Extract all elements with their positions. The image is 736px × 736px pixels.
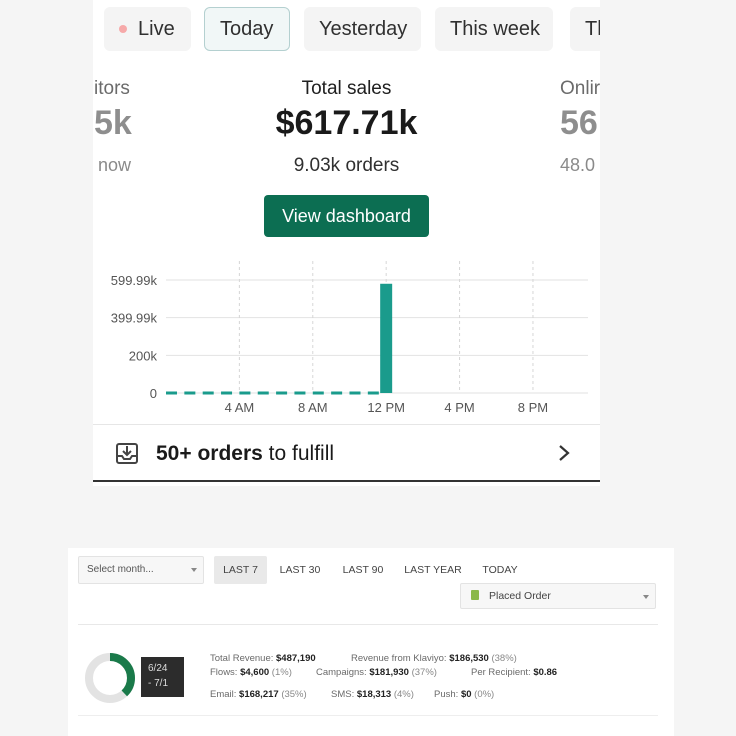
push-stat: Push: $0 (0%) <box>434 689 494 700</box>
date-range-end: - 7/1 <box>148 678 169 689</box>
metric-select-value: Placed Order <box>489 590 551 602</box>
email-stat: Email: $168,217 (35%) <box>210 689 307 700</box>
flows-pct: (1%) <box>271 667 292 678</box>
sales-bar <box>380 283 393 393</box>
date-tabs: Live Today Yesterday This week Th <box>93 7 600 53</box>
range-last-year[interactable]: LAST YEAR <box>398 556 468 584</box>
online-label: Onlir <box>560 78 600 99</box>
klaviyo-revenue-panel: Select month... LAST 7 LAST 30 LAST 90 L… <box>68 548 674 736</box>
range-last-30[interactable]: LAST 30 <box>272 556 328 584</box>
x-tick-label: 8 PM <box>518 400 548 415</box>
fulfill-rest: to fulfill <box>268 442 335 465</box>
month-select-value: Select month... <box>87 564 154 575</box>
view-dashboard-button[interactable]: View dashboard <box>264 195 429 237</box>
range-today[interactable]: TODAY <box>474 556 526 584</box>
per-recipient-label: Per Recipient: <box>471 667 531 678</box>
flows-stat: Flows: $4,600 (1%) <box>210 667 292 678</box>
email-value: $168,217 <box>239 689 279 700</box>
total-revenue-value: $487,190 <box>276 653 316 664</box>
campaigns-pct: (37%) <box>411 667 437 678</box>
live-dot-icon <box>119 25 127 33</box>
per-recipient-value: $0.86 <box>533 667 558 678</box>
push-value: $0 <box>460 689 472 700</box>
tab-this-week[interactable]: This week <box>435 7 553 51</box>
y-tick-label: 0 <box>150 386 157 401</box>
email-label: Email: <box>210 689 237 700</box>
klaviyo-revenue-value: $186,530 <box>449 653 489 664</box>
flows-label: Flows: <box>210 667 238 678</box>
shopify-analytics-panel: Live Today Yesterday This week Th itors … <box>93 0 600 486</box>
shopify-bag-icon <box>471 590 479 600</box>
tab-this-week-label: This week <box>450 17 541 40</box>
klaviyo-revenue-label: Revenue from Klaviyo: <box>351 653 447 664</box>
per-recipient-stat: Per Recipient: $0.86 <box>471 667 557 678</box>
tab-today-label: Today <box>220 17 274 40</box>
sms-value: $18,313 <box>356 689 392 700</box>
x-tick-label: 12 PM <box>367 400 405 415</box>
klaviyo-revenue-stat: Revenue from Klaviyo: $186,530 (38%) <box>351 653 517 664</box>
klaviyo-revenue-pct: (38%) <box>491 653 517 664</box>
total-revenue-label: Total Revenue: <box>210 653 274 664</box>
total-revenue-stat: Total Revenue: $487,190 <box>210 653 316 664</box>
date-range-start: 6/24 <box>148 663 168 674</box>
caret-down-icon <box>191 568 197 572</box>
tab-yesterday-label: Yesterday <box>319 17 408 40</box>
date-range-badge: 6/24 - 7/1 <box>141 657 184 697</box>
orders-count: 9.03k orders <box>293 155 400 176</box>
revenue-donut-chart <box>85 653 135 703</box>
metric-select[interactable]: Placed Order <box>460 583 656 609</box>
x-tick-label: 8 AM <box>298 400 328 415</box>
orders-to-fulfill-row[interactable]: 50+ orders to fulfill <box>93 424 600 482</box>
campaigns-value: $181,930 <box>369 667 409 678</box>
x-tick-label: 4 PM <box>444 400 474 415</box>
x-tick-label: 4 AM <box>225 400 255 415</box>
sms-pct: (4%) <box>393 689 414 700</box>
range-last-7[interactable]: LAST 7 <box>214 556 267 584</box>
sales-chart: 599.99k 399.99k 200k 0 4 AM 8 AM 12 PM 4 PM 8 PM <box>111 261 588 415</box>
online-value: 56 <box>560 104 598 142</box>
y-tick-label: 399.99k <box>111 311 158 326</box>
range-last-90[interactable]: LAST 90 <box>336 556 390 584</box>
campaigns-label: Campaigns: <box>316 667 367 678</box>
total-sales-value: $617.71k <box>275 104 418 142</box>
tab-live[interactable]: Live <box>104 7 191 51</box>
divider <box>78 715 658 716</box>
chevron-right-icon[interactable] <box>557 443 571 463</box>
fulfill-count: 50+ orders <box>156 442 263 465</box>
online-sub: 48.0 <box>560 155 596 175</box>
email-pct: (35%) <box>281 689 307 700</box>
y-tick-label: 599.99k <box>111 273 158 288</box>
sms-stat: SMS: $18,313 (4%) <box>331 689 414 700</box>
flows-value: $4,600 <box>240 667 270 678</box>
month-select[interactable]: Select month... <box>78 556 204 584</box>
fulfill-text: 50+ orders to fulfill <box>156 442 334 466</box>
sms-label: SMS: <box>331 689 355 700</box>
tab-next-label: Th <box>585 17 600 40</box>
tab-today[interactable]: Today <box>204 7 290 51</box>
campaigns-stat: Campaigns: $181,930 (37%) <box>316 667 437 678</box>
push-pct: (0%) <box>474 689 495 700</box>
tab-live-label: Live <box>138 17 175 40</box>
divider <box>78 624 658 625</box>
tab-next[interactable]: Th <box>570 7 600 51</box>
y-tick-label: 200k <box>129 348 158 363</box>
download-icon <box>116 443 138 464</box>
caret-down-icon <box>643 595 649 599</box>
push-label: Push: <box>434 689 459 700</box>
tab-yesterday[interactable]: Yesterday <box>304 7 421 51</box>
total-sales-label: Total sales <box>301 78 392 99</box>
